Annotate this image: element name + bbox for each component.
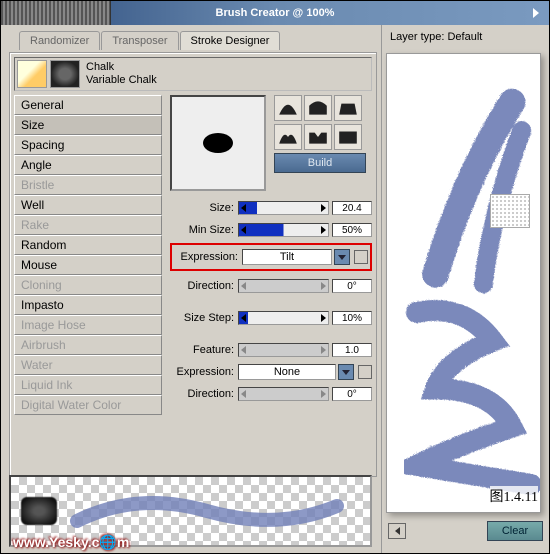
tab-randomizer[interactable]: Randomizer <box>19 31 100 50</box>
direction1-value[interactable]: 0° <box>332 279 372 293</box>
sizestep-label: Size Step: <box>170 312 238 324</box>
cat-rake: Rake <box>14 215 162 235</box>
clear-button[interactable]: Clear <box>487 521 543 541</box>
minsize-label: Min Size: <box>170 224 238 236</box>
minsize-value[interactable]: 50% <box>332 223 372 237</box>
direction2-label: Direction: <box>170 388 238 400</box>
cat-liquid-ink: Liquid Ink <box>14 375 162 395</box>
dab-type-2[interactable] <box>304 95 332 121</box>
titlebar-expand-icon[interactable] <box>533 8 539 18</box>
expression2-invert-checkbox[interactable] <box>358 365 372 379</box>
direction2-slider <box>238 387 329 401</box>
cat-well[interactable]: Well <box>14 195 162 215</box>
dab-type-6[interactable] <box>334 124 362 150</box>
feature-value[interactable]: 1.0 <box>332 343 372 357</box>
expression1-dropdown-button[interactable] <box>334 249 350 265</box>
brush-category-icon[interactable] <box>17 60 47 88</box>
paper-texture-swatch <box>490 194 530 228</box>
cat-impasto[interactable]: Impasto <box>14 295 162 315</box>
cat-angle[interactable]: Angle <box>14 155 162 175</box>
cat-image-hose: Image Hose <box>14 315 162 335</box>
size-label: Size: <box>170 202 238 214</box>
size-slider[interactable] <box>238 201 329 215</box>
dab-type-5[interactable] <box>304 124 332 150</box>
titlebar: Brush Creator @ 100% <box>1 1 549 25</box>
feature-label: Feature: <box>170 344 238 356</box>
stroke-designer-panel: Chalk Variable Chalk General Size Spacin… <box>9 52 377 477</box>
expression1-invert-checkbox[interactable] <box>354 250 368 264</box>
direction1-label: Direction: <box>170 280 238 292</box>
cat-general[interactable]: General <box>14 95 162 115</box>
cat-spacing[interactable]: Spacing <box>14 135 162 155</box>
tab-stroke-designer[interactable]: Stroke Designer <box>180 31 281 50</box>
dab-type-3[interactable] <box>334 95 362 121</box>
cat-digital-water: Digital Water Color <box>14 395 162 415</box>
build-button[interactable]: Build <box>274 153 366 173</box>
expression1-dropdown[interactable]: Tilt <box>242 249 332 265</box>
cat-mouse[interactable]: Mouse <box>14 255 162 275</box>
feature-slider <box>238 343 329 357</box>
scroll-left-button[interactable] <box>388 523 406 539</box>
brush-name: Chalk <box>86 61 157 74</box>
sizestep-value[interactable]: 10% <box>332 311 372 325</box>
brush-variant: Variable Chalk <box>86 74 157 87</box>
figure-label: 图1.4.11 <box>490 486 538 506</box>
expression1-label: Expression: <box>174 251 242 263</box>
watermark: www.Yesky.c🌐m <box>13 534 129 551</box>
dab-preview <box>170 95 266 191</box>
cat-water: Water <box>14 355 162 375</box>
size-value[interactable]: 20.4 <box>332 201 372 215</box>
sizestep-slider[interactable] <box>238 311 329 325</box>
direction1-slider <box>238 279 329 293</box>
expression-highlight: Expression: Tilt <box>170 243 372 271</box>
cat-size[interactable]: Size <box>14 115 162 135</box>
category-list: General Size Spacing Angle Bristle Well … <box>14 95 162 415</box>
cat-random[interactable]: Random <box>14 235 162 255</box>
cat-cloning: Cloning <box>14 275 162 295</box>
preview-canvas[interactable]: 图1.4.11 <box>386 53 541 513</box>
minsize-slider[interactable] <box>238 223 329 237</box>
cat-airbrush: Airbrush <box>14 335 162 355</box>
titlebar-grip[interactable] <box>1 1 111 25</box>
expression2-label: Expression: <box>170 366 238 378</box>
direction2-value[interactable]: 0° <box>332 387 372 401</box>
tab-transposer[interactable]: Transposer <box>101 31 178 50</box>
layer-type-label: Layer type: Default <box>382 25 549 49</box>
dab-type-4[interactable] <box>274 124 302 150</box>
cat-bristle: Bristle <box>14 175 162 195</box>
expression2-dropdown[interactable]: None <box>238 364 336 380</box>
expression2-dropdown-button[interactable] <box>338 364 354 380</box>
window-title: Brush Creator @ 100% <box>216 7 335 19</box>
dab-type-1[interactable] <box>274 95 302 121</box>
brush-variant-icon[interactable] <box>50 60 80 88</box>
